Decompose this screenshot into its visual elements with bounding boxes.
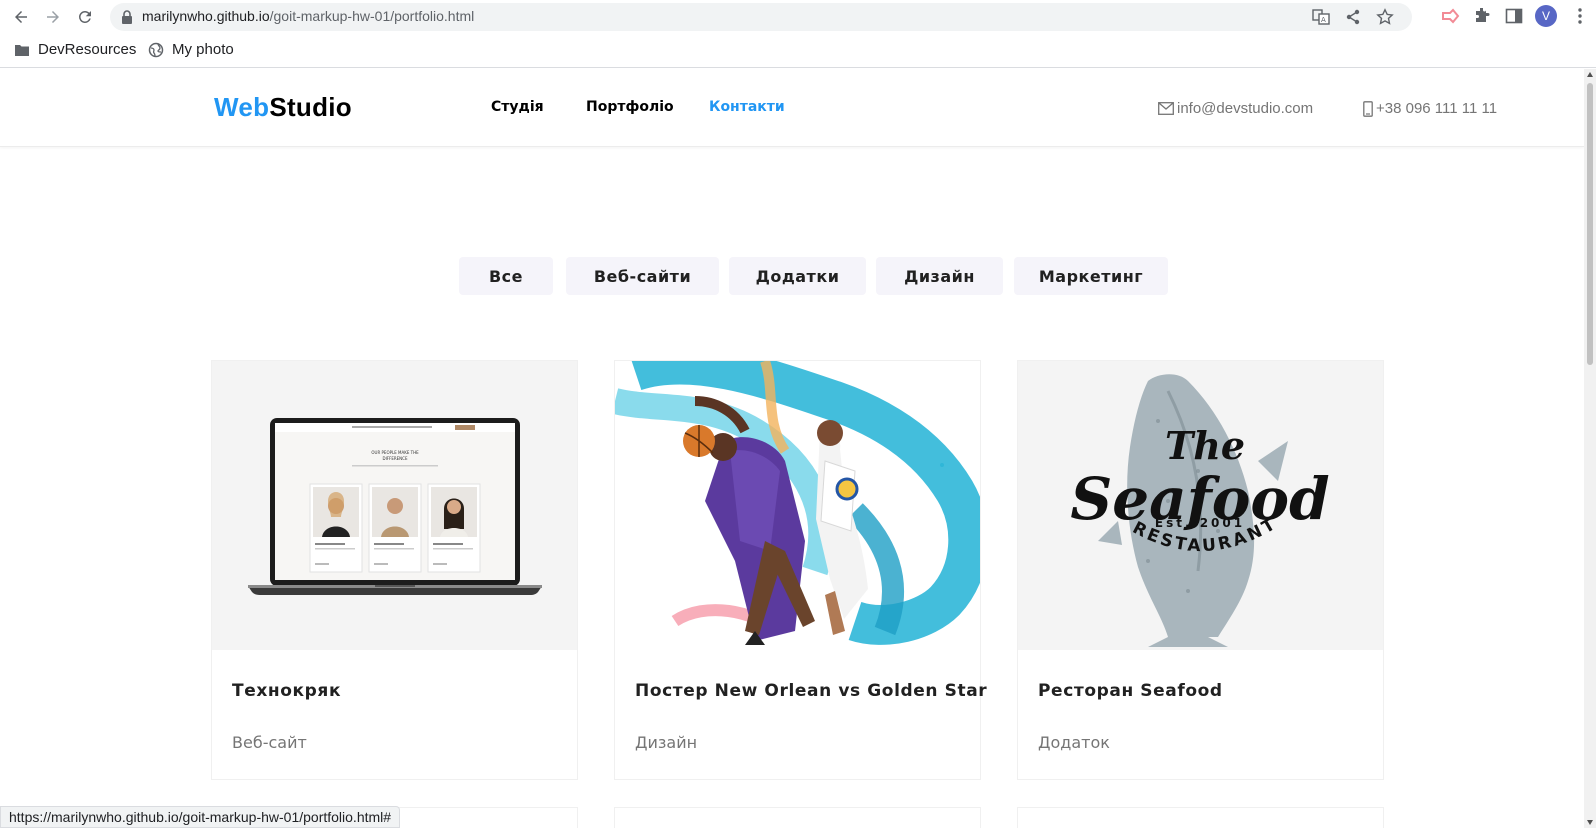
- page-scrollbar[interactable]: [1584, 69, 1596, 828]
- email-text: info@devstudio.com: [1177, 100, 1314, 117]
- portfolio-card-partial[interactable]: [1017, 807, 1384, 828]
- seafood-the-text: The: [1165, 423, 1245, 468]
- scroll-up-arrow[interactable]: [1587, 72, 1593, 77]
- portfolio-card-partial[interactable]: [614, 807, 981, 828]
- site-header: WebStudio Студія Портфоліо Контакти info…: [0, 69, 1584, 147]
- share-icon[interactable]: [1344, 8, 1362, 26]
- forward-button[interactable]: [40, 4, 66, 30]
- bookmark-label: My photo: [172, 41, 234, 58]
- lock-icon: [122, 10, 132, 24]
- portfolio-card[interactable]: OUR PEOPLE MAKE THE DIFFERENCE Технокряк…: [211, 360, 578, 780]
- profile-avatar[interactable]: V: [1535, 5, 1557, 27]
- address-bar[interactable]: marilynwho.github.io/goit-markup-hw-01/p…: [110, 3, 1412, 31]
- filter-apps-button[interactable]: Додатки: [729, 257, 866, 295]
- laptop-heading-2: DIFFERENCE: [382, 456, 407, 461]
- bookmarks-bar: DevResources My photo: [0, 34, 1596, 68]
- card-title: Технокряк: [232, 681, 342, 701]
- filter-marketing-button[interactable]: Маркетинг: [1014, 257, 1168, 295]
- back-button[interactable]: [8, 4, 34, 30]
- extension-red-icon[interactable]: [1440, 6, 1460, 26]
- card-title: Ресторан Seafood: [1038, 681, 1223, 701]
- bookmark-label: DevResources: [38, 41, 137, 58]
- folder-icon: [15, 44, 29, 56]
- arrow-right-icon: [47, 11, 59, 23]
- reload-button[interactable]: [72, 4, 98, 30]
- arrow-left-icon: [15, 11, 27, 23]
- nav-link-contacts[interactable]: Контакти: [709, 99, 785, 115]
- card-title: Постер New Orlean vs Golden Star: [635, 681, 988, 701]
- scrollbar-thumb[interactable]: [1587, 83, 1593, 365]
- page-viewport: WebStudio Студія Портфоліо Контакти info…: [0, 69, 1584, 828]
- filter-websites-button[interactable]: Веб-сайти: [566, 257, 719, 295]
- phone-icon: [1363, 100, 1373, 117]
- address-url: marilynwho.github.io/goit-markup-hw-01/p…: [142, 8, 474, 24]
- laptop-heading-1: OUR PEOPLE MAKE THE: [371, 450, 419, 455]
- seafood-logo-image: The Seafood Est. 2001 RESTAURANT: [1018, 361, 1383, 650]
- status-bar-url: https://marilynwho.github.io/goit-markup…: [0, 806, 401, 828]
- scroll-down-arrow[interactable]: [1587, 820, 1593, 825]
- phone-text: +38 096 111 11 11: [1376, 100, 1498, 117]
- basketball-poster-image: [615, 361, 980, 650]
- star-icon[interactable]: [1376, 8, 1394, 26]
- phone-link[interactable]: +38 096 111 11 11: [1363, 100, 1497, 117]
- side-panel-icon[interactable]: [1504, 6, 1524, 26]
- reload-icon: [78, 10, 91, 23]
- filter-all-button[interactable]: Все: [459, 257, 553, 295]
- puzzle-icon[interactable]: [1472, 6, 1492, 26]
- email-link[interactable]: info@devstudio.com: [1158, 100, 1313, 117]
- globe-icon: [148, 42, 164, 57]
- card-category: Додаток: [1038, 733, 1110, 752]
- laptop-mockup-image: OUR PEOPLE MAKE THE DIFFERENCE: [212, 361, 577, 650]
- bookmark-my-photo[interactable]: My photo: [148, 41, 234, 58]
- url-path: /goit-markup-hw-01/portfolio.html: [269, 8, 475, 24]
- more-menu-icon[interactable]: [1570, 6, 1590, 26]
- site-logo[interactable]: WebStudio: [214, 92, 352, 123]
- translate-icon[interactable]: A: [1312, 8, 1330, 26]
- nav-link-portfolio[interactable]: Портфоліо: [586, 99, 674, 115]
- portfolio-card[interactable]: Постер New Orlean vs Golden Star Дизайн: [614, 360, 987, 780]
- url-host: marilynwho.github.io: [142, 8, 270, 24]
- card-category: Веб-сайт: [232, 733, 307, 752]
- svg-text:A: A: [1321, 16, 1326, 24]
- nav-link-studio[interactable]: Студія: [491, 99, 544, 115]
- bookmark-devresources[interactable]: DevResources: [14, 41, 136, 58]
- filter-design-button[interactable]: Дизайн: [876, 257, 1003, 295]
- logo-web: Web: [214, 92, 270, 122]
- card-category: Дизайн: [635, 733, 698, 752]
- portfolio-filters: Все Веб-сайти Додатки Дизайн Маркетинг: [0, 257, 1584, 295]
- portfolio-card[interactable]: The Seafood Est. 2001 RESTAURANT Рестора…: [1017, 360, 1384, 780]
- envelope-icon: [1158, 102, 1174, 115]
- browser-toolbar: marilynwho.github.io/goit-markup-hw-01/p…: [0, 0, 1596, 34]
- logo-studio: Studio: [269, 92, 352, 122]
- seafood-est-text: Est. 2001: [1155, 516, 1245, 530]
